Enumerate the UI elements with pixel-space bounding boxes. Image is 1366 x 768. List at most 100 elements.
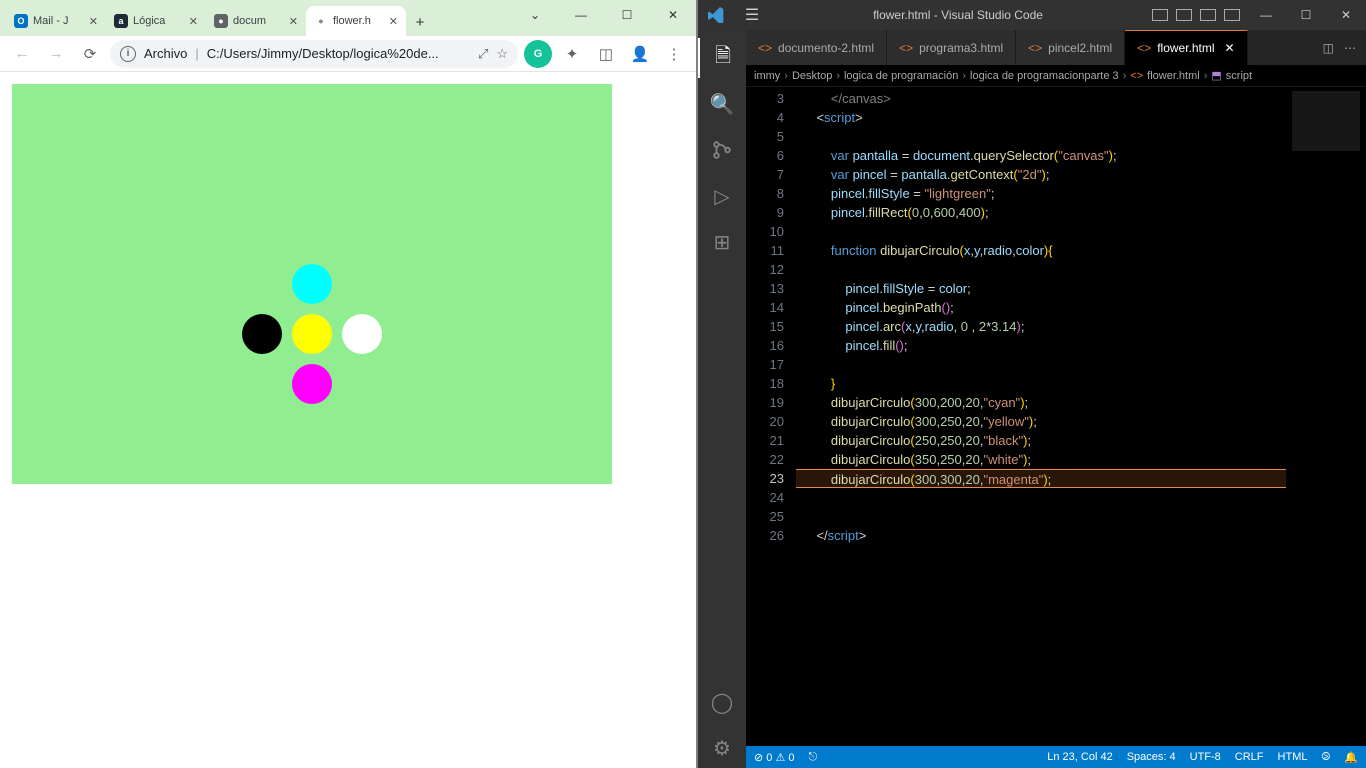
browser-tab[interactable]: OMail - J✕ [6, 6, 106, 36]
chrome-toolbar: ← → ⟳ i Archivo | C:/Users/Jimmy/Desktop… [0, 36, 696, 72]
code-line[interactable]: pincel.arc(x,y,radio, 0 , 2*3.14); [796, 317, 1286, 336]
breadcrumb-item[interactable]: immy [754, 70, 780, 82]
editor-tab[interactable]: <>documento-2.html [746, 30, 887, 65]
address-bar[interactable]: i Archivo | C:/Users/Jimmy/Desktop/logic… [110, 40, 518, 68]
reload-button[interactable]: ⟳ [76, 40, 104, 68]
circle-shape [292, 364, 332, 404]
circle-shape [292, 314, 332, 354]
close-tab-icon[interactable]: ✕ [289, 15, 298, 28]
hamburger-menu-icon[interactable]: ☰ [734, 5, 770, 25]
close-tab-icon[interactable]: ✕ [89, 15, 98, 28]
status-item[interactable]: Spaces: 4 [1127, 751, 1176, 763]
settings-gear-icon[interactable]: ⚙ [698, 728, 746, 768]
minimize-button[interactable]: — [558, 0, 604, 30]
breadcrumb-item[interactable]: script [1226, 70, 1252, 82]
code-line[interactable]: </script> [796, 526, 1286, 545]
editor-tab[interactable]: <>flower.html✕ [1125, 30, 1247, 65]
line-number: 12 [746, 260, 784, 279]
close-button[interactable]: ✕ [1326, 0, 1366, 30]
chrome-caret-icon[interactable]: ⌄ [512, 0, 558, 30]
back-button[interactable]: ← [8, 40, 36, 68]
status-item[interactable]: Ln 23, Col 42 [1047, 751, 1112, 763]
line-number: 14 [746, 298, 784, 317]
editor-tab[interactable]: <>programa3.html [887, 30, 1016, 65]
code-line[interactable]: <script> [796, 108, 1286, 127]
line-number: 8 [746, 184, 784, 203]
close-tab-icon[interactable]: ✕ [389, 15, 398, 28]
run-debug-icon[interactable]: ▷ [698, 176, 746, 216]
code-line[interactable] [796, 222, 1286, 241]
code-line[interactable]: pincel.fill(); [796, 336, 1286, 355]
status-item[interactable]: 🔔 [1344, 751, 1358, 764]
circle-shape [292, 264, 332, 304]
search-icon[interactable]: 🔍 [698, 84, 746, 124]
layout-icon[interactable] [1200, 9, 1216, 21]
code-line[interactable]: var pantalla = document.querySelector("c… [796, 146, 1286, 165]
status-item[interactable]: UTF-8 [1190, 751, 1221, 763]
layout-icon[interactable] [1176, 9, 1192, 21]
more-actions-icon[interactable]: ⋯ [1344, 41, 1356, 55]
status-item[interactable]: CRLF [1235, 751, 1264, 763]
extensions-icon[interactable]: ⊞ [698, 222, 746, 262]
minimize-button[interactable]: — [1246, 0, 1286, 30]
code-line[interactable]: dibujarCirculo(300,300,20,"magenta"); [796, 469, 1286, 488]
browser-tab[interactable]: ●flower.h✕ [306, 6, 406, 36]
code-line[interactable]: dibujarCirculo(300,200,20,"cyan"); [796, 393, 1286, 412]
maximize-button[interactable]: ☐ [1286, 0, 1326, 30]
breadcrumb-item[interactable]: flower.html [1147, 70, 1200, 82]
translate-icon[interactable]: ⤢ [478, 46, 488, 62]
accounts-icon[interactable]: ◯ [698, 682, 746, 722]
site-info-icon[interactable]: i [120, 46, 136, 62]
code-line[interactable]: pincel.fillStyle = "lightgreen"; [796, 184, 1286, 203]
maximize-button[interactable]: ☐ [604, 0, 650, 30]
layout-icon[interactable] [1152, 9, 1168, 21]
code-line[interactable] [796, 260, 1286, 279]
code-line[interactable]: pincel.fillRect(0,0,600,400); [796, 203, 1286, 222]
close-tab-icon[interactable]: ✕ [189, 15, 198, 28]
code-line[interactable]: pincel.fillStyle = color; [796, 279, 1286, 298]
code-line[interactable]: dibujarCirculo(350,250,20,"white"); [796, 450, 1286, 469]
code-line[interactable]: function dibujarCirculo(x,y,radio,color)… [796, 241, 1286, 260]
breadcrumb-item[interactable]: logica de programacionparte 3 [970, 70, 1119, 82]
close-tab-icon[interactable]: ✕ [1225, 41, 1235, 55]
code-line[interactable] [796, 127, 1286, 146]
source-control-icon[interactable] [698, 130, 746, 170]
status-item[interactable]: HTML [1278, 751, 1308, 763]
code-line[interactable]: </canvas> [796, 89, 1286, 108]
code-editor[interactable]: 3456789101112131415161718192021222324252… [746, 87, 1366, 746]
breadcrumb-item[interactable]: logica de programación [844, 70, 958, 82]
star-icon[interactable]: ☆ [496, 46, 508, 62]
code-line[interactable] [796, 507, 1286, 526]
code-content[interactable]: </canvas> <script> var pantalla = docume… [796, 87, 1286, 746]
code-line[interactable]: } [796, 374, 1286, 393]
status-item[interactable]: ⎋ [808, 751, 817, 764]
extensions-icon[interactable]: ✦ [558, 40, 586, 68]
minimap[interactable] [1286, 87, 1366, 746]
browser-tab[interactable]: aLógica✕ [106, 6, 206, 36]
grammarly-icon[interactable]: G [524, 40, 552, 68]
code-line[interactable]: dibujarCirculo(250,250,20,"black"); [796, 431, 1286, 450]
code-line[interactable]: pincel.beginPath(); [796, 298, 1286, 317]
code-line[interactable]: var pincel = pantalla.getContext("2d"); [796, 165, 1286, 184]
chrome-menu-button[interactable]: ⋮ [660, 40, 688, 68]
forward-button[interactable]: → [42, 40, 70, 68]
code-line[interactable] [796, 488, 1286, 507]
status-item[interactable]: ⧁ [1321, 751, 1330, 764]
tabs-icon[interactable]: ◫ [592, 40, 620, 68]
editor-tab[interactable]: <>pincel2.html [1016, 30, 1125, 65]
layout-icon[interactable] [1224, 9, 1240, 21]
new-tab-button[interactable]: + [406, 8, 434, 36]
profile-avatar[interactable]: 👤 [626, 40, 654, 68]
close-button[interactable]: ✕ [650, 0, 696, 30]
file-icon: <> [758, 41, 772, 55]
status-item[interactable]: ⊘ 0 ⚠ 0 [754, 751, 794, 764]
code-line[interactable] [796, 355, 1286, 374]
breadcrumbs[interactable]: immy›Desktop›logica de programación›logi… [746, 65, 1366, 87]
code-line[interactable]: dibujarCirculo(300,250,20,"yellow"); [796, 412, 1286, 431]
split-editor-icon[interactable]: ◫ [1323, 41, 1334, 55]
browser-tab[interactable]: ●docum✕ [206, 6, 306, 36]
tab-label: Lógica [133, 15, 184, 27]
line-number: 5 [746, 127, 784, 146]
explorer-icon[interactable]: 🗎 [698, 38, 746, 78]
breadcrumb-item[interactable]: Desktop [792, 70, 832, 82]
